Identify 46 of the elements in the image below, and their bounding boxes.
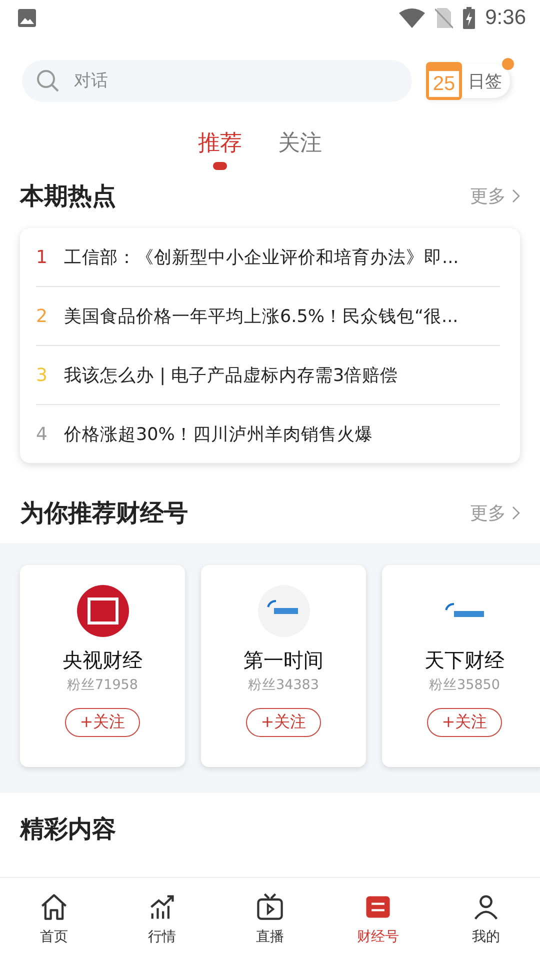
no-sim-icon (435, 7, 454, 29)
section-title: 本期热点 (20, 181, 116, 212)
chevron-right-icon (512, 506, 520, 520)
follow-button[interactable]: +关注 (426, 708, 502, 737)
account-name: 天下财经 (424, 647, 504, 674)
battery-icon (463, 7, 476, 29)
feed-tab[interactable]: 关注 (278, 128, 322, 170)
search-icon (36, 69, 60, 93)
tv-icon (255, 892, 285, 922)
account-name: 第一时间 (244, 647, 324, 674)
news-headline[interactable]: 工信部：《创新型中小企业评价和培育办法》即... (64, 245, 459, 269)
account-card[interactable]: 第一时间 粉丝34383 +关注 (201, 565, 366, 767)
nav-tab[interactable]: 我的 (432, 878, 540, 960)
follower-count: 粉丝34383 (248, 676, 319, 694)
account-card[interactable]: 天下财经 粉丝35850 +关注 (382, 565, 540, 767)
nav-tab[interactable]: 首页 (0, 878, 108, 960)
rank-number: 1 (36, 246, 48, 268)
account-name: 央视财经 (62, 647, 142, 674)
search-field[interactable]: 对话 (22, 60, 412, 102)
nav-tab[interactable]: 财经号 (324, 878, 432, 960)
chevron-right-icon (512, 189, 520, 203)
wifi-icon (399, 8, 426, 28)
home-icon (39, 892, 69, 922)
rank-number: 3 (36, 364, 48, 386)
follow-button[interactable]: +关注 (64, 708, 140, 737)
rank-number: 4 (36, 424, 48, 444)
feed-tab[interactable]: 推荐 (198, 128, 242, 170)
logo-icon (444, 603, 484, 618)
logo-icon (258, 585, 310, 637)
calendar-icon: 25 (426, 62, 462, 100)
section-title: 为你推荐财经号 (20, 498, 188, 529)
follow-button[interactable]: +关注 (246, 708, 322, 737)
news-headline[interactable]: 美国食品价格一年平均上涨6.5%！民众钱包“很... (64, 304, 458, 328)
image-icon (17, 8, 37, 28)
clock-time: 9:36 (485, 6, 526, 30)
nav-tab[interactable]: 直播 (216, 878, 324, 960)
rank-number: 2 (36, 306, 48, 326)
news-headline[interactable]: 价格涨超30%！四川泸州羊肉销售火爆 (64, 422, 373, 446)
account-card[interactable]: 央视财经 粉丝71958 +关注 (20, 565, 185, 767)
nav-tab[interactable]: 行情 (108, 878, 216, 960)
section-title: 精彩内容 (20, 814, 116, 845)
follower-count: 粉丝35850 (429, 676, 500, 694)
logo-icon (76, 585, 128, 637)
news-headline[interactable]: 我该怎么办 | 电子产品虚标内存需3倍赔偿 (64, 363, 398, 387)
follower-count: 粉丝71958 (67, 676, 138, 694)
check-in-button[interactable]: 25 日签 (426, 64, 510, 98)
